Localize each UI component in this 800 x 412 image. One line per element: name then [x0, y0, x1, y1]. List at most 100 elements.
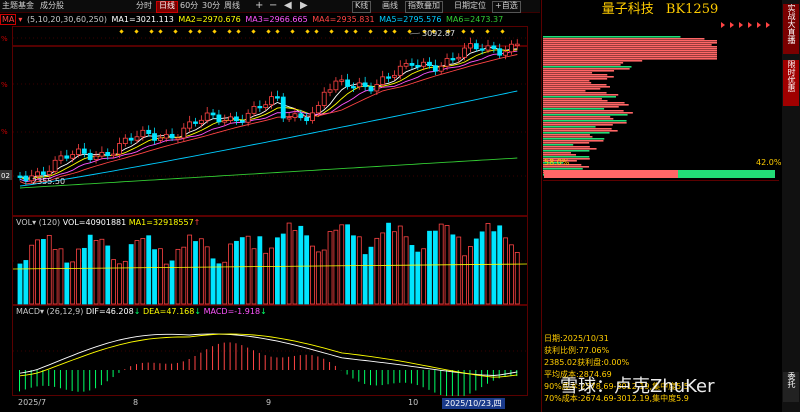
volume-bar — [187, 234, 193, 305]
volume-bar — [105, 245, 111, 305]
event-marker — [227, 29, 232, 34]
volume-bar — [380, 232, 386, 305]
volume-bar — [368, 246, 374, 305]
vol-dropdown-icon[interactable]: ▾ — [32, 218, 36, 227]
event-marker — [368, 29, 373, 34]
period-button-intraday[interactable]: 分时 — [134, 1, 154, 11]
chip-bar — [543, 64, 621, 66]
chip-bar — [543, 124, 613, 126]
candle-body — [415, 65, 421, 68]
low-price-label: 2355.50 — [32, 177, 65, 186]
candle-body — [210, 112, 216, 116]
volume-bar — [41, 239, 46, 305]
ma-params: (5,10,20,30,60,250) — [26, 15, 107, 24]
candle-body — [111, 153, 116, 157]
zoom-out-button[interactable]: − — [267, 1, 279, 11]
ma-dropdown-icon[interactable]: ▾ — [18, 15, 22, 24]
chip-bar — [543, 120, 627, 122]
ma6-value: MA6=2473.37 — [445, 15, 504, 24]
ma2-value: MA2=2970.676 — [178, 15, 241, 24]
stat-profit-line: 2385.02获利盘:0.00% — [544, 358, 630, 367]
volume-bar — [468, 246, 473, 305]
candle-body — [485, 45, 491, 51]
macd-dropdown-icon[interactable]: ▾ — [40, 307, 44, 316]
index-overlay-dropdown[interactable]: 指数叠加 — [405, 1, 443, 13]
chip-bar — [543, 78, 608, 80]
candle-body — [64, 155, 70, 159]
volume-bar — [280, 233, 286, 305]
side-tab-bar: 实战大直播 限时优惠 委托 — [782, 0, 800, 412]
chip-bar — [543, 128, 612, 130]
event-marker — [197, 29, 202, 34]
volume-bar — [427, 230, 432, 305]
candle-body — [181, 127, 187, 139]
chip-bar — [543, 150, 590, 152]
volume-bar — [432, 230, 438, 305]
volume-bar — [415, 251, 421, 305]
candle-body — [251, 105, 257, 114]
side-tab-order[interactable]: 委托 — [783, 372, 799, 402]
candle-body — [514, 43, 520, 47]
candle-body — [245, 112, 251, 123]
date-label-jul: 2025/7 — [18, 398, 47, 407]
volume-bar — [146, 235, 152, 305]
candle-body — [380, 76, 386, 85]
period-button-60min[interactable]: 60分 — [178, 1, 200, 11]
volume-bar — [140, 238, 146, 305]
kline-chart-area[interactable]: 3092.87 2355.50 % % % % 02 — [0, 26, 540, 396]
candle-body — [134, 136, 140, 141]
scroll-right-button[interactable]: ▶ — [298, 1, 310, 11]
toolbar-item-theme-fund[interactable]: 主题基金 — [2, 0, 34, 12]
chip-bar — [543, 118, 614, 120]
chip-bar — [543, 92, 607, 94]
candle-body — [228, 116, 234, 121]
event-marker — [119, 29, 124, 34]
candle-body — [292, 113, 298, 118]
volume-bar — [456, 236, 462, 305]
chip-bar — [543, 146, 590, 148]
volume-bar — [58, 248, 64, 305]
candle-body — [286, 117, 292, 120]
period-button-30min[interactable]: 30分 — [200, 1, 222, 11]
draw-line-button[interactable]: 画线 — [380, 1, 400, 11]
chip-bar — [543, 66, 632, 68]
event-marker — [275, 29, 280, 34]
candle-body — [462, 47, 468, 58]
macd-label[interactable]: MACD — [16, 307, 40, 316]
period-button-weekly[interactable]: 周线 — [222, 1, 242, 11]
chip-toolbar-icon — [739, 22, 743, 28]
volume-bar — [64, 262, 70, 305]
side-tab-promo[interactable]: 限时优惠 — [783, 60, 799, 106]
side-tab-live[interactable]: 实战大直播 — [783, 4, 799, 54]
period-button-daily[interactable]: 日线 — [156, 1, 178, 13]
vol-value: VOL=40901881 — [62, 218, 127, 227]
volume-bar — [485, 223, 491, 305]
volume-bar — [274, 237, 280, 305]
event-marker — [149, 29, 154, 34]
event-marker — [212, 29, 217, 34]
event-marker — [236, 29, 241, 34]
kline-type-dropdown[interactable]: K线 — [352, 1, 372, 13]
candle-body — [234, 116, 239, 122]
candle-body — [198, 119, 204, 124]
volume-bar — [134, 240, 140, 305]
add-watchlist-button[interactable]: +自选 — [492, 1, 521, 13]
chip-bar — [543, 54, 717, 56]
stat-profit-ratio: 获利比例:77.06% — [544, 346, 610, 355]
chip-bar — [543, 88, 601, 90]
zoom-in-button[interactable]: + — [253, 1, 265, 11]
candle-body — [280, 96, 286, 119]
volume-bar — [356, 236, 362, 305]
vol-up-arrow: ↑ — [193, 218, 201, 227]
scroll-left-button[interactable]: ◀ — [282, 1, 294, 11]
candle-body — [58, 155, 64, 161]
vol-label[interactable]: VOL — [16, 218, 32, 227]
ma-selector[interactable]: MA — [0, 14, 17, 25]
toolbar-item-constituents[interactable]: 成分股 — [40, 0, 64, 12]
volume-bar — [93, 240, 99, 305]
date-locate-button[interactable]: 日期定位 — [452, 1, 488, 11]
volume-bar — [497, 225, 503, 305]
chip-bars — [543, 36, 717, 176]
side-tab-live-label: 实战大直播 — [787, 4, 796, 44]
event-marker — [314, 29, 319, 34]
